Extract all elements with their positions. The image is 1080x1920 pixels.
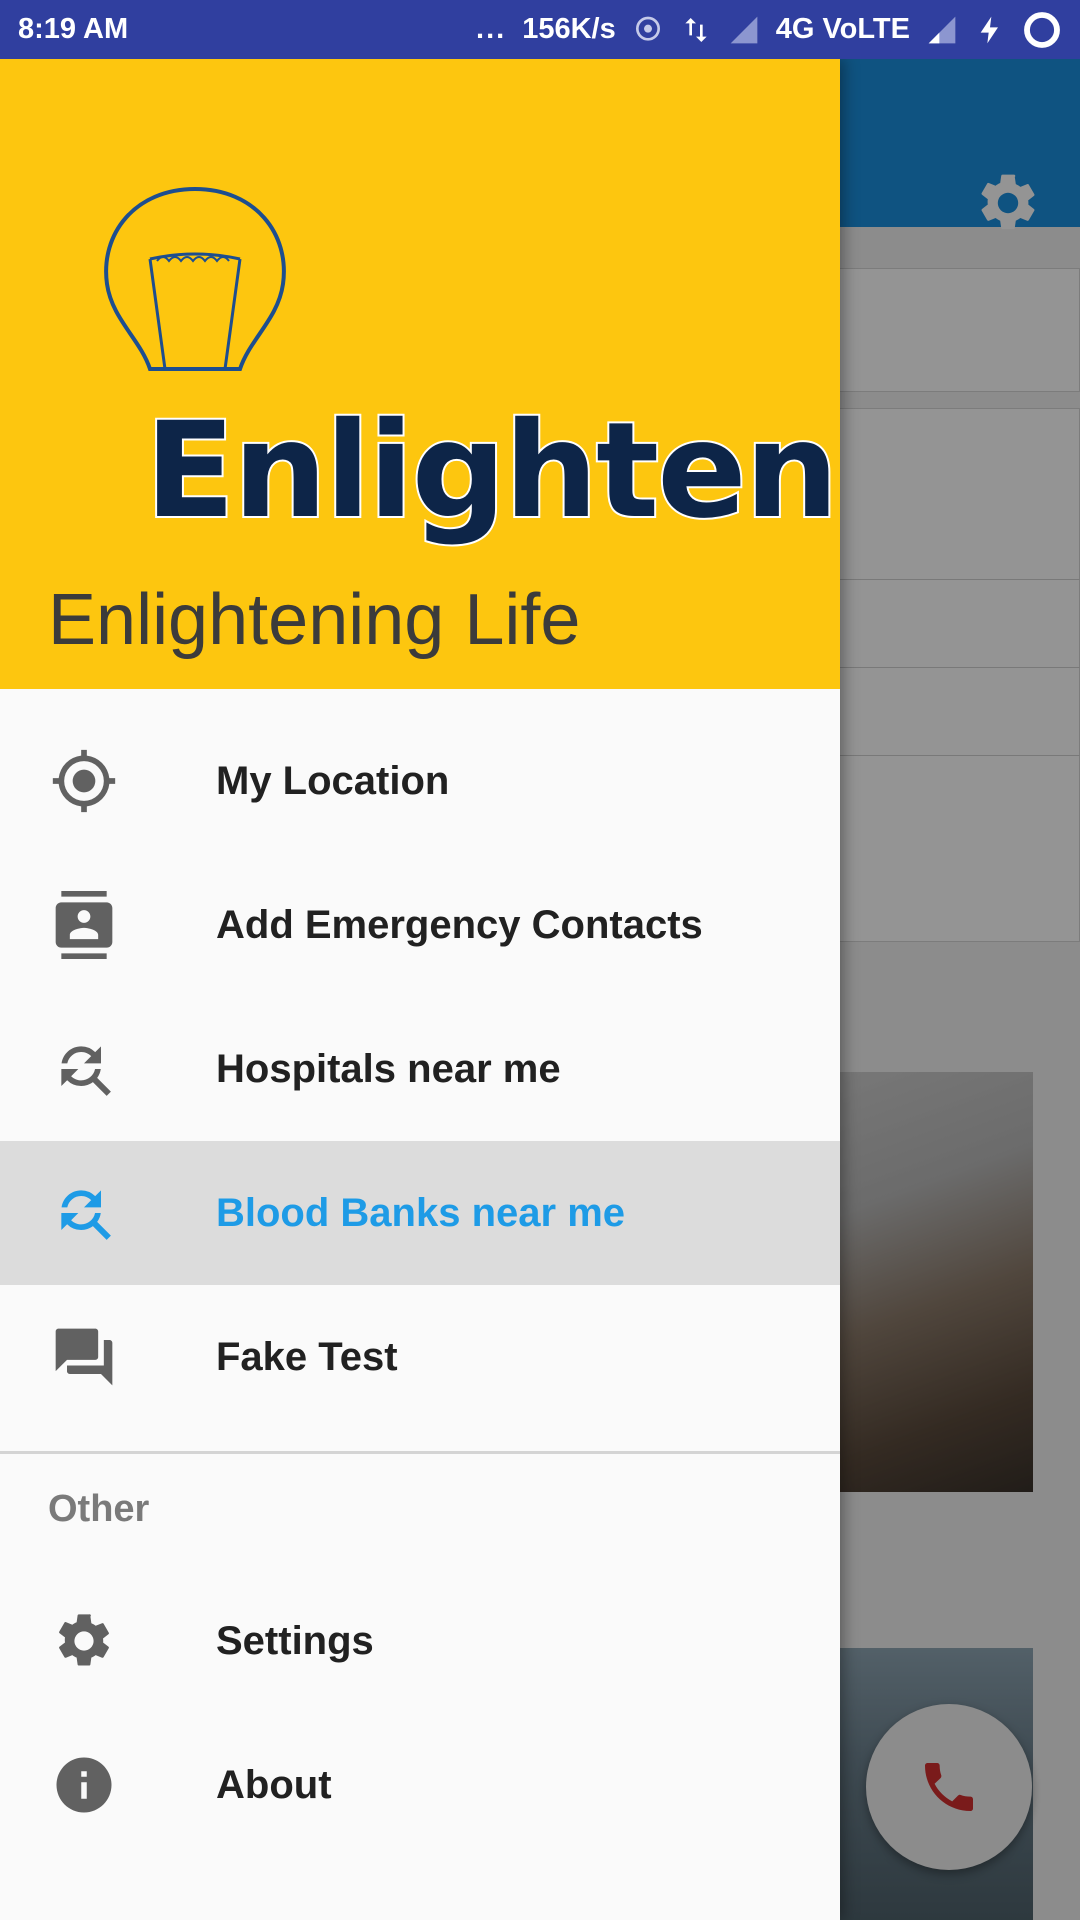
drawer-header: Enlighten Enlightening Life	[0, 59, 841, 689]
menu-item-blood-banks-near-me[interactable]: Blood Banks near me	[0, 1141, 840, 1285]
notification-dots: ...	[476, 13, 507, 45]
menu-item-settings[interactable]: Settings	[0, 1569, 840, 1713]
data-transfer-icon	[685, 17, 707, 42]
signal-icon	[928, 16, 956, 43]
status-bar: 8:19 AM ... 156K/s 4G VoLTE	[0, 0, 1080, 59]
navigation-drawer: Enlighten Enlightening Life My Location …	[0, 59, 841, 1920]
menu-item-fake-test[interactable]: Fake Test	[0, 1285, 840, 1429]
charging-icon	[980, 16, 998, 43]
menu-item-hospitals-near-me[interactable]: Hospitals near me	[0, 997, 840, 1141]
menu-label: Fake Test	[216, 1334, 398, 1379]
forum-icon	[50, 1323, 118, 1391]
signal-icon-weak	[730, 16, 758, 43]
find-replace-icon	[50, 1035, 118, 1103]
find-replace-icon	[50, 1179, 118, 1247]
menu-item-about[interactable]: About	[0, 1713, 840, 1857]
network-type: 4G VoLTE	[775, 13, 910, 45]
battery-ring-icon	[1024, 11, 1060, 48]
menu-item-add-emergency-contacts[interactable]: Add Emergency Contacts	[0, 853, 840, 997]
my-location-icon	[50, 747, 118, 815]
info-icon	[50, 1751, 118, 1819]
network-speed: 156K/s	[522, 13, 616, 45]
menu-label: Settings	[216, 1618, 374, 1663]
menu-label: Blood Banks near me	[216, 1190, 626, 1235]
menu-item-my-location[interactable]: My Location	[0, 709, 840, 853]
gear-icon	[50, 1607, 118, 1675]
enlighten-logo: Enlighten	[95, 179, 841, 579]
status-time: 8:19 AM	[18, 13, 129, 45]
section-label-other: Other	[48, 1487, 150, 1530]
menu-label: Hospitals near me	[216, 1046, 561, 1091]
hotspot-icon	[635, 16, 660, 41]
contacts-icon	[50, 891, 118, 959]
menu-label: Add Emergency Contacts	[216, 902, 703, 947]
logo-text: Enlighten	[143, 392, 841, 550]
drawer-header-title: Enlightening Life	[48, 580, 581, 660]
lightbulb-icon	[104, 186, 286, 371]
menu-label: My Location	[216, 758, 450, 803]
drawer-menu: My Location Add Emergency Contacts Hospi…	[0, 689, 840, 1857]
menu-label: About	[216, 1762, 332, 1807]
